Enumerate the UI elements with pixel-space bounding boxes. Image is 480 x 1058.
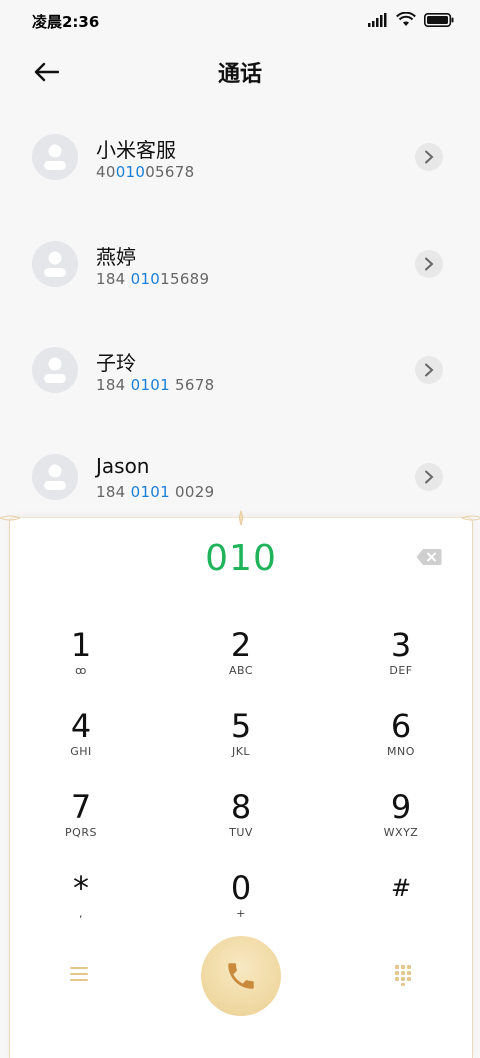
dialed-number: 010 <box>205 538 277 579</box>
dialpad-panel: 010 1 ꝏ 2 ABC 3 DEF 4 GHI 5 JKL 6 MNO 7 … <box>0 510 480 1058</box>
contact-name: 小米客服 <box>96 138 176 162</box>
contact-number: 4001005678 <box>96 163 195 181</box>
wifi-icon <box>396 12 416 26</box>
menu-icon <box>70 967 88 981</box>
signal-icon <box>368 12 387 27</box>
contact-detail-button[interactable] <box>415 356 443 384</box>
contact-row[interactable]: 小米客服 4001005678 <box>0 104 480 210</box>
menu-button[interactable] <box>68 964 92 984</box>
page-title: 通话 <box>217 62 262 87</box>
key-9[interactable]: 9 WXYZ <box>341 788 461 858</box>
dialpad-actions <box>10 936 472 1016</box>
person-icon <box>44 357 66 383</box>
contact-number: 184 0101 5678 <box>96 376 215 394</box>
contact-name: 燕婷 <box>96 245 136 269</box>
key-3[interactable]: 3 DEF <box>341 626 461 696</box>
key-star[interactable]: * , <box>21 869 141 939</box>
corner-ornament-icon <box>462 515 480 521</box>
contact-name: 子玲 <box>96 351 136 375</box>
key-0[interactable]: 0 + <box>181 869 301 939</box>
person-icon <box>44 144 66 170</box>
key-6[interactable]: 6 MNO <box>341 707 461 777</box>
key-hash[interactable]: # <box>341 869 461 939</box>
chevron-right-icon <box>425 257 434 271</box>
voicemail-icon: ꝏ <box>75 664 87 677</box>
chevron-right-icon <box>425 363 434 377</box>
status-icons <box>368 12 454 27</box>
corner-ornament-icon <box>0 515 20 521</box>
contact-detail-button[interactable] <box>415 143 443 171</box>
backspace-icon <box>416 549 442 565</box>
person-icon <box>44 251 66 277</box>
ornament-icon <box>239 510 243 526</box>
backspace-button[interactable] <box>416 548 442 566</box>
phone-icon <box>228 963 254 989</box>
avatar <box>32 134 78 180</box>
battery-icon <box>424 12 454 27</box>
avatar <box>32 241 78 287</box>
contact-row[interactable]: 子玲 184 0101 5678 <box>0 317 480 423</box>
contact-name: Jason <box>96 454 150 478</box>
status-time: 凌晨2:36 <box>32 13 100 31</box>
dialpad-icon <box>395 965 411 986</box>
contact-detail-button[interactable] <box>415 250 443 278</box>
contact-number: 184 01015689 <box>96 270 210 288</box>
avatar <box>32 454 78 500</box>
key-7[interactable]: 7 PQRS <box>21 788 141 858</box>
contact-number: 184 0101 0029 <box>96 483 215 501</box>
header: 通话 <box>0 44 480 100</box>
person-icon <box>44 464 66 490</box>
avatar <box>32 347 78 393</box>
call-button[interactable] <box>201 936 281 1016</box>
key-2[interactable]: 2 ABC <box>181 626 301 696</box>
key-4[interactable]: 4 GHI <box>21 707 141 777</box>
key-5[interactable]: 5 JKL <box>181 707 301 777</box>
key-1[interactable]: 1 ꝏ <box>21 626 141 696</box>
dialpad-toggle-button[interactable] <box>392 964 414 986</box>
contact-detail-button[interactable] <box>415 463 443 491</box>
status-bar: 凌晨2:36 <box>0 0 480 40</box>
contact-row[interactable]: 燕婷 184 01015689 <box>0 211 480 317</box>
chevron-right-icon <box>425 470 434 484</box>
key-8[interactable]: 8 TUV <box>181 788 301 858</box>
chevron-right-icon <box>425 150 434 164</box>
